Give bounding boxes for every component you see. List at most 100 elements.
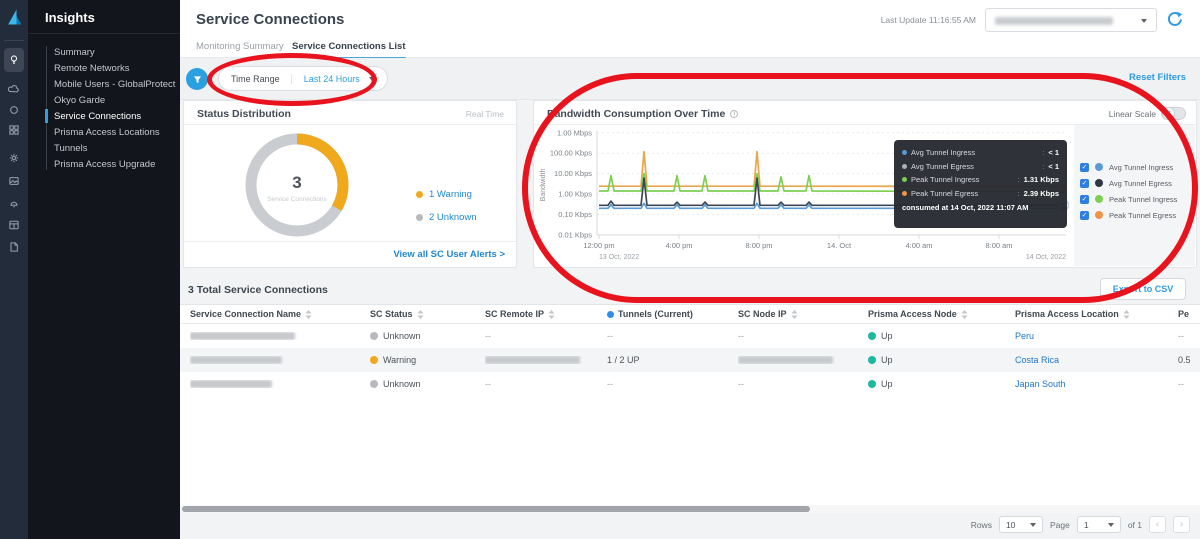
column-label: Tunnels (Current) <box>618 309 693 319</box>
cell-text: -- <box>607 379 613 389</box>
legend-item-peak-tunnel-ingress[interactable]: ✓ Peak Tunnel Ingress <box>1080 191 1177 207</box>
bell-icon[interactable] <box>4 193 24 213</box>
gear-icon[interactable] <box>4 148 24 168</box>
tooltip-row-peak-tunnel-egress: Peak Tunnel Egress:2.39 Kbps <box>902 187 1059 201</box>
page-select[interactable]: 1 <box>1077 516 1121 533</box>
sidebar-item-mobile-users-globalprotect[interactable]: Mobile Users - GlobalProtect <box>28 76 180 92</box>
sort-icon[interactable] <box>791 310 798 319</box>
legend-item-avg-tunnel-egress[interactable]: ✓Avg Tunnel Egress <box>1080 175 1177 191</box>
column-header-sc-status[interactable]: SC Status <box>370 309 485 319</box>
tooltip-value: 2.39 Kbps <box>1024 189 1059 198</box>
time-range-value[interactable]: Last 24 Hours <box>292 74 369 84</box>
svg-text:8:00 pm: 8:00 pm <box>745 241 772 250</box>
chart-tooltip: Avg Tunnel Ingress:< 1Avg Tunnel Egress:… <box>894 140 1067 228</box>
table-row[interactable]: Warning1 / 2 UPUpCosta Rica0.5 <box>180 348 1200 372</box>
table-header-row: Service Connection NameSC Status SC Remot… <box>180 305 1200 324</box>
tooltip-footer: consumed at 14 Oct, 2022 11:07 AM <box>902 203 1059 212</box>
tab-monitoring-summary[interactable]: Monitoring Summary <box>196 41 284 57</box>
sidebar-menu: SummaryRemote NetworksMobile Users - Glo… <box>28 44 180 172</box>
rows-per-page-select[interactable]: 10 <box>999 516 1043 533</box>
table-row[interactable]: Unknown------UpPeru-- <box>180 324 1200 348</box>
status-dot-icon <box>416 191 423 198</box>
svg-text:0.01 Kbps: 0.01 Kbps <box>558 230 592 239</box>
column-header-prisma-access-node[interactable]: Prisma Access Node <box>868 309 1015 319</box>
columns-icon[interactable] <box>4 215 24 235</box>
legend-checkbox[interactable]: ✓ <box>1080 195 1089 204</box>
sidebar-item-okyo-garde[interactable]: Okyo Garde <box>28 92 180 108</box>
legend-item-peak-tunnel-egress[interactable]: ✓Peak Tunnel Egress <box>1080 207 1177 223</box>
tooltip-value: < 1 <box>1048 148 1059 157</box>
redacted-value <box>190 380 272 388</box>
sidebar-item-tunnels[interactable]: Tunnels <box>28 140 180 156</box>
horizontal-scrollbar <box>180 505 1200 513</box>
column-header-prisma-access-location[interactable]: Prisma Access Location <box>1015 309 1178 319</box>
status-legend-label: 2 Unknown <box>429 212 477 223</box>
legend-checkbox[interactable]: ✓ <box>1080 163 1089 172</box>
series-dot-icon <box>902 191 907 196</box>
donut-total-label: Service Connections <box>267 196 327 203</box>
export-csv-button[interactable]: Export to CSV <box>1100 278 1186 300</box>
prev-page-button[interactable]: ‹ <box>1149 516 1166 533</box>
sort-icon[interactable] <box>1123 310 1130 319</box>
legend-checkbox[interactable]: ✓ <box>1080 211 1089 220</box>
tunnels-info-dot-icon <box>607 311 614 318</box>
column-header-tunnels-current[interactable]: Tunnels (Current) <box>607 309 738 319</box>
bandwidth-legend: ✓Avg Tunnel Ingress✓Avg Tunnel Egress✓Pe… <box>1080 159 1177 223</box>
sidebar-item-summary[interactable]: Summary <box>28 44 180 60</box>
time-range-control[interactable]: Time Range Last 24 Hours <box>218 66 388 91</box>
tooltip-colon: : <box>1042 148 1044 157</box>
grid-icon[interactable] <box>4 120 24 140</box>
column-label: SC Status <box>370 309 413 319</box>
rows-label: Rows <box>971 520 992 530</box>
redacted-value <box>190 356 282 364</box>
status-dot-icon <box>868 356 876 364</box>
table-cell: -- <box>738 331 868 341</box>
svg-text:10.00 Kbps: 10.00 Kbps <box>554 169 592 178</box>
document-icon[interactable] <box>4 237 24 257</box>
view-sc-user-alerts-link[interactable]: View all SC User Alerts > <box>393 249 505 260</box>
image-icon[interactable] <box>4 171 24 191</box>
location-link[interactable]: Japan South <box>1015 379 1066 389</box>
page-label: Page <box>1050 520 1070 530</box>
sidebar-title: Insights <box>28 0 180 34</box>
tenant-select[interactable] <box>985 8 1157 32</box>
sidebar-item-remote-networks[interactable]: Remote Networks <box>28 60 180 76</box>
series-dot-icon <box>902 150 907 155</box>
location-link[interactable]: Costa Rica <box>1015 355 1059 365</box>
sidebar-item-service-connections[interactable]: Service Connections <box>28 108 180 124</box>
status-legend-item-1-warning[interactable]: 1 Warning <box>416 189 477 200</box>
filter-funnel-icon[interactable] <box>186 68 208 90</box>
legend-checkbox[interactable]: ✓ <box>1080 179 1089 188</box>
column-header-sc-remote-ip[interactable]: SC Remote IP <box>485 309 607 319</box>
column-label: Pe <box>1178 309 1189 319</box>
table-cell: -- <box>607 379 738 389</box>
reset-filters-link[interactable]: Reset Filters <box>1129 72 1186 83</box>
svg-text:1.00 Mbps: 1.00 Mbps <box>557 128 592 137</box>
prisma-logo-icon[interactable] <box>4 7 24 27</box>
sort-icon[interactable] <box>417 310 424 319</box>
tooltip-label: Peak Tunnel Ingress <box>911 175 1013 184</box>
donut-total: 3 <box>292 173 301 192</box>
redacted-value <box>738 356 833 364</box>
legend-item-avg-tunnel-ingress[interactable]: ✓Avg Tunnel Ingress <box>1080 159 1177 175</box>
insights-lightbulb-icon[interactable] <box>4 48 24 72</box>
column-header-pe[interactable]: Pe <box>1178 309 1200 319</box>
next-page-button[interactable]: › <box>1173 516 1190 533</box>
sidebar-item-prisma-access-upgrade[interactable]: Prisma Access Upgrade <box>28 156 180 172</box>
sort-icon[interactable] <box>548 310 555 319</box>
location-link[interactable]: Peru <box>1015 331 1034 341</box>
cloud-icon[interactable] <box>4 80 24 100</box>
column-header-service-connection-name[interactable]: Service Connection Name <box>190 309 370 319</box>
tooltip-row-peak-tunnel-ingress: Peak Tunnel Ingress:1.31 Kbps <box>902 173 1059 187</box>
sidebar-item-prisma-access-locations[interactable]: Prisma Access Locations <box>28 124 180 140</box>
table-row[interactable]: Unknown------UpJapan South-- <box>180 372 1200 396</box>
legend-label: Peak Tunnel Ingress <box>1109 195 1177 204</box>
circle-icon[interactable] <box>4 100 24 120</box>
scrollbar-thumb[interactable] <box>182 506 810 512</box>
sort-icon[interactable] <box>305 310 312 319</box>
refresh-icon[interactable] <box>1166 10 1186 30</box>
sort-icon[interactable] <box>961 310 968 319</box>
table-cell: -- <box>738 379 868 389</box>
column-header-sc-node-ip[interactable]: SC Node IP <box>738 309 868 319</box>
status-legend-item-2-unknown[interactable]: 2 Unknown <box>416 212 477 223</box>
